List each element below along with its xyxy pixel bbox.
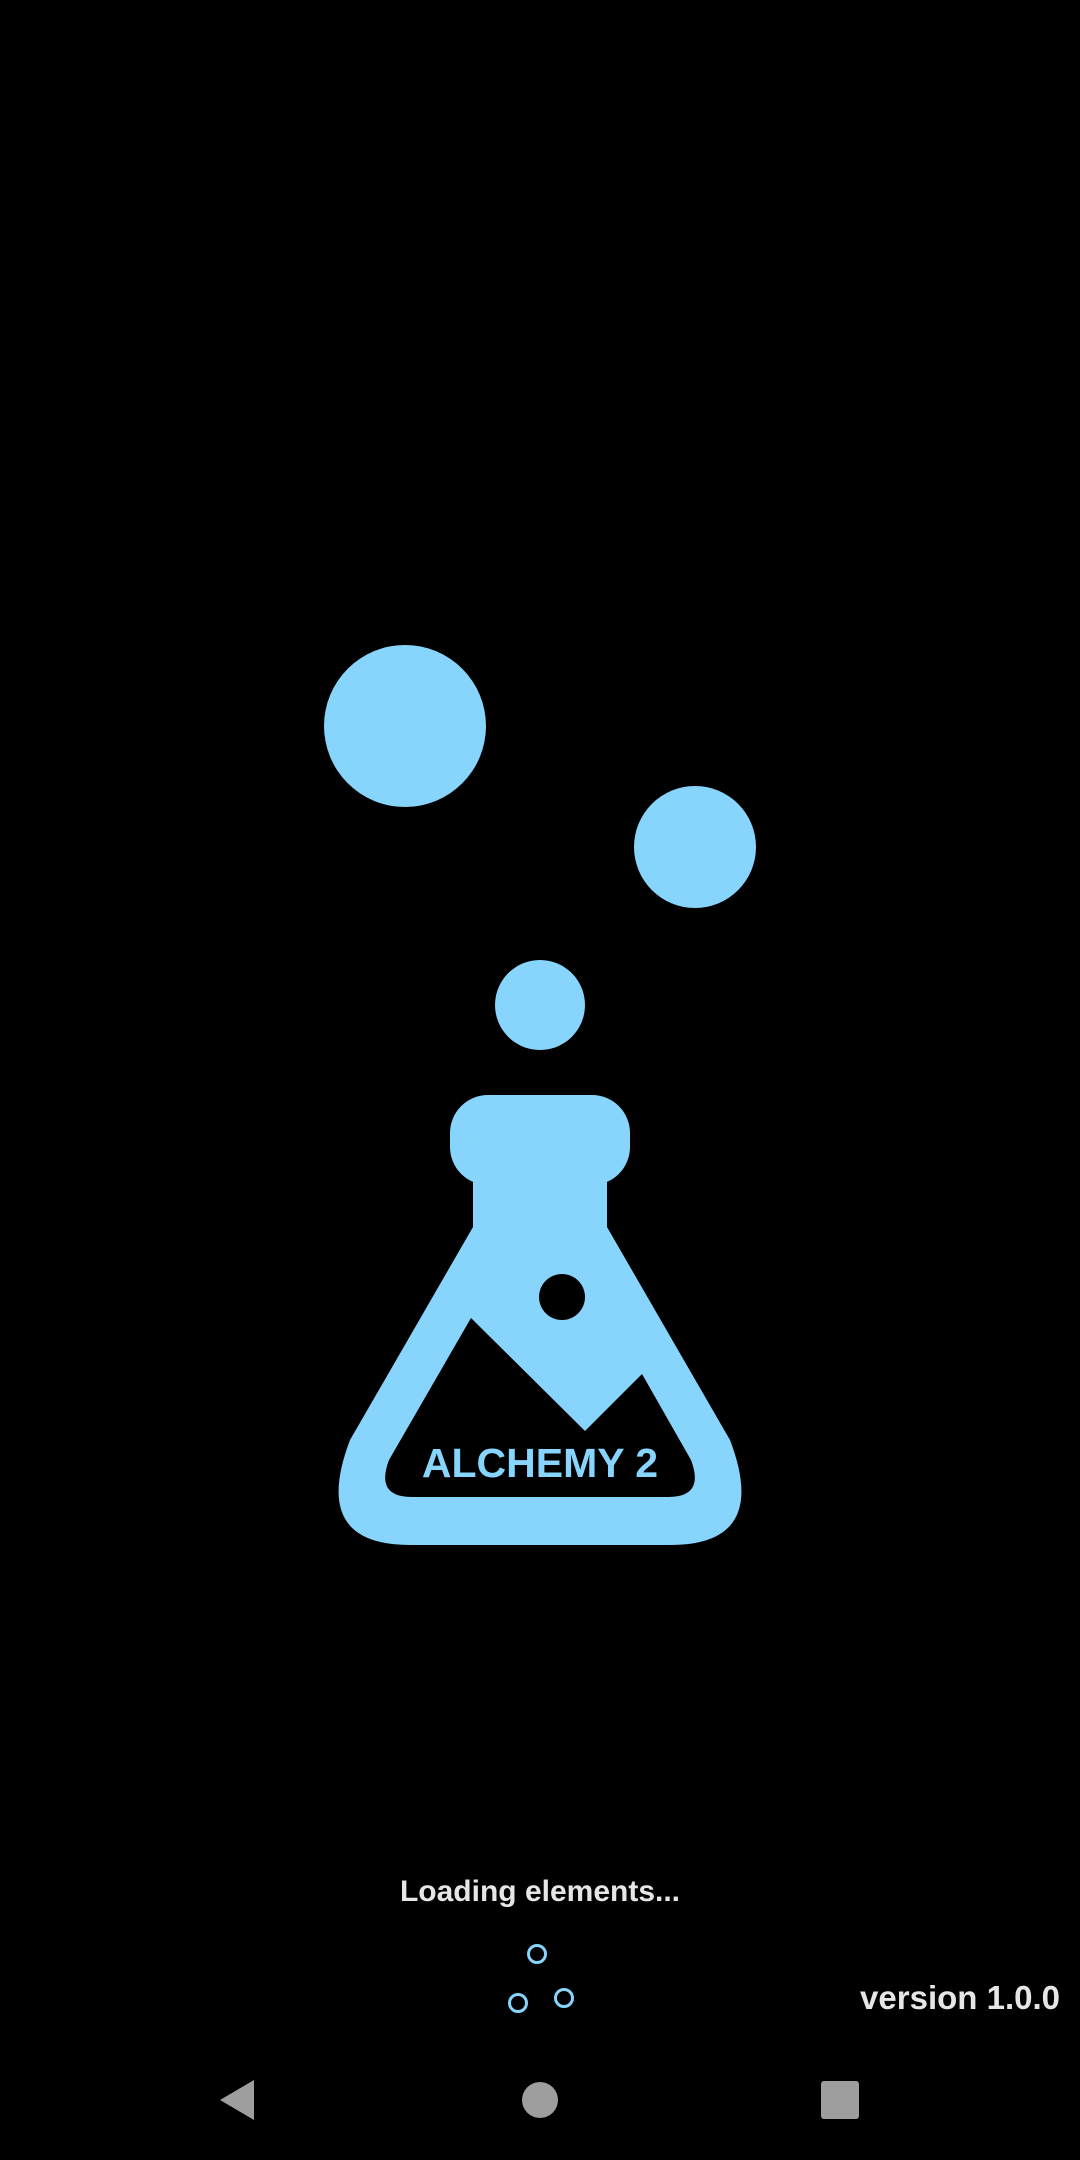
nav-back-button[interactable] (178, 2040, 298, 2160)
bubble-medium-icon (634, 786, 756, 908)
loading-label: Loading elements... (399, 1875, 681, 1908)
splash-screen: ALCHEMY 2 Loading elements... version 1.… (0, 0, 1080, 2160)
home-circle-icon (522, 2082, 558, 2118)
logo-title: ALCHEMY 2 (422, 1440, 658, 1486)
bubble-small-icon (495, 960, 585, 1050)
nav-recents-button[interactable] (780, 2040, 900, 2160)
bubble-large-icon (324, 645, 486, 807)
recents-square-icon (821, 2081, 859, 2119)
system-navigation-bar (0, 2040, 1080, 2160)
nav-home-button[interactable] (480, 2040, 600, 2160)
version-label: version 1.0.0 (860, 1979, 1060, 2016)
loading-bubbles-icon (508, 1944, 574, 2013)
back-triangle-icon (220, 2080, 254, 2120)
alchemy-logo: ALCHEMY 2 (324, 645, 756, 1545)
